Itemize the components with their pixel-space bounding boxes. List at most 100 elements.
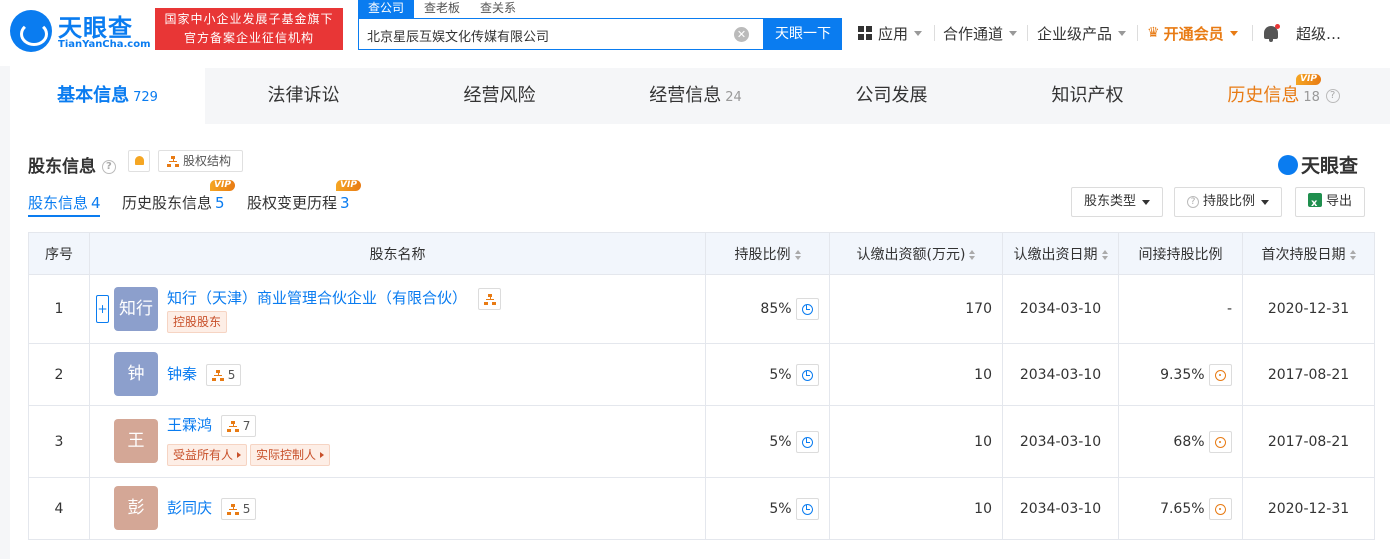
org-tree-icon — [226, 503, 239, 515]
nav-vip-label: 开通会员 — [1163, 24, 1224, 43]
ratio-filter[interactable]: ? 持股比例 — [1174, 187, 1283, 217]
col-amount[interactable]: 认缴出资额(万元) — [829, 232, 1003, 275]
equity-structure-button[interactable]: 股权结构 — [158, 150, 243, 172]
tab-search-boss[interactable]: 查老板 — [414, 0, 470, 18]
avatar: 王 — [114, 419, 158, 463]
subtab-count: 5 — [215, 194, 225, 212]
nav-apps-label: 应用 — [878, 24, 909, 43]
tab-search-relation[interactable]: 查关系 — [470, 0, 526, 18]
subtab-shareholders[interactable]: 股东信息 4 — [28, 192, 101, 213]
brand-text: 天眼查 — [1301, 155, 1359, 177]
search-input[interactable]: 北京星辰互娱文化传媒有限公司 ✕ — [358, 18, 764, 50]
equity-tree-button[interactable] — [477, 287, 501, 310]
nav-user[interactable]: 超级… — [1296, 22, 1341, 44]
export-button[interactable]: 导出 — [1295, 187, 1366, 218]
shareholder-type-filter[interactable]: 股东类型 — [1071, 187, 1164, 217]
main-tabs: 基本信息 729 法律诉讼 经营风险 经营信息 24 公司发展 知识产权 历史信息 1… — [10, 68, 1390, 124]
clear-icon[interactable]: ✕ — [734, 27, 749, 42]
shareholder-name-link[interactable]: 彭同庆 — [167, 499, 212, 517]
nav-divider — [1252, 25, 1253, 41]
col-ratio[interactable]: 持股比例 — [705, 232, 830, 275]
nav-divider — [934, 25, 935, 41]
nav-open-vip[interactable]: ♛ 开通会员 — [1147, 22, 1238, 44]
tag-list: 受益所有人 实际控制人 — [167, 444, 333, 466]
nav-enterprise-label: 企业级产品 — [1037, 24, 1113, 43]
nav-divider — [1137, 25, 1138, 41]
actual-controller-tag[interactable]: 实际控制人 — [250, 444, 331, 466]
related-companies-button[interactable]: 5 — [205, 363, 242, 386]
col-date[interactable]: 认缴出资日期 — [1002, 232, 1119, 275]
tab-operation[interactable]: 经营信息 24 — [598, 68, 793, 124]
tab-legal[interactable]: 法律诉讼 — [206, 68, 401, 124]
tab-basic-info[interactable]: 基本信息 729 — [10, 68, 205, 124]
col-name: 股东名称 — [89, 232, 706, 275]
pie-chart-button[interactable] — [796, 497, 819, 520]
tab-search-company[interactable]: 查公司 — [358, 0, 415, 18]
export-label: 导出 — [1326, 194, 1353, 209]
nav-user-label: 超级… — [1296, 24, 1342, 43]
penetration-button[interactable] — [1209, 363, 1232, 386]
caret-right-icon — [320, 452, 325, 458]
vip-badge: VIP — [336, 180, 361, 191]
tianyancha-logo[interactable]: 天眼查 TianYanCha.com — [10, 8, 151, 52]
chevron-down-icon — [1229, 30, 1238, 36]
col-first-date-label: 首次持股日期 — [1261, 246, 1346, 263]
cell-name: 彭 彭同庆 5 — [89, 477, 706, 540]
cell-date: 2034-03-10 — [1002, 405, 1119, 478]
subtab-count: 4 — [91, 194, 101, 212]
related-companies-button[interactable]: 5 — [220, 497, 257, 520]
tab-development[interactable]: 公司发展 — [794, 68, 989, 124]
org-tree-icon — [483, 293, 496, 305]
help-icon: ? — [1187, 195, 1199, 208]
penetration-button[interactable] — [1209, 430, 1232, 453]
shareholder-name-link[interactable]: 知行（天津）商业管理合伙企业（有限合伙） — [167, 289, 467, 307]
beneficial-owner-tag[interactable]: 受益所有人 — [167, 444, 248, 466]
sort-icon — [794, 249, 801, 260]
help-icon[interactable]: ? — [1325, 89, 1340, 103]
cell-amount: 10 — [829, 477, 1003, 540]
target-icon — [1215, 369, 1226, 381]
subtab-label: 股东信息 — [28, 194, 89, 212]
controlling-shareholder-tag: 控股股东 — [167, 311, 228, 333]
subtab-history-shareholders[interactable]: 历史股东信息 5 — [122, 192, 225, 213]
pie-chart-icon — [802, 503, 813, 515]
notification-bell-icon[interactable] — [1262, 24, 1280, 44]
cell-name: 钟 钟秦 5 — [89, 343, 706, 406]
related-companies-button[interactable]: 7 — [220, 414, 257, 437]
table-row: 2 钟 钟秦 5 5% 10 2034-03-10 9.35% 2017-08-… — [28, 343, 1375, 406]
shareholder-row-2: 钟秦 5 — [167, 363, 242, 386]
penetration-button[interactable] — [1209, 497, 1232, 520]
monitor-bell-button[interactable] — [128, 150, 150, 172]
tab-label: 公司发展 — [855, 85, 928, 106]
col-amount-label: 认缴出资额(万元) — [856, 246, 966, 263]
section-title-text: 股东信息 — [28, 157, 96, 177]
shareholder-row-3: 王霖鸿 7 — [167, 414, 257, 437]
search-button[interactable]: 天眼一下 — [764, 18, 842, 50]
pie-chart-button[interactable] — [796, 363, 819, 386]
search-input-value[interactable]: 北京星辰互娱文化传媒有限公司 — [367, 26, 549, 45]
nav-enterprise[interactable]: 企业级产品 — [1037, 22, 1127, 44]
cell-first-date: 2020-12-31 — [1242, 477, 1375, 540]
tab-history[interactable]: 历史信息 18 ? — [1186, 68, 1381, 124]
expand-button[interactable]: + — [96, 295, 109, 323]
cell-index: 4 — [28, 477, 90, 540]
subtab-equity-changes[interactable]: 股权变更历程 3 — [247, 192, 350, 213]
cell-indirect: 9.35% — [1118, 343, 1243, 406]
shareholder-name-link[interactable]: 钟秦 — [167, 365, 197, 383]
col-first-date[interactable]: 首次持股日期 — [1242, 232, 1375, 275]
vip-badge: VIP — [1296, 74, 1321, 85]
tab-ip[interactable]: 知识产权 — [990, 68, 1185, 124]
banner-line-1: 国家中小企业发展子基金旗下 — [164, 12, 334, 26]
cell-index: 3 — [28, 405, 90, 478]
cell-ratio: 5% — [705, 477, 830, 540]
help-icon[interactable]: ? — [101, 160, 116, 174]
nav-channels[interactable]: 合作通道 — [943, 22, 1018, 44]
nav-apps[interactable]: 应用 — [858, 22, 923, 44]
pie-chart-button[interactable] — [796, 298, 819, 320]
tab-risk[interactable]: 经营风险 — [402, 68, 597, 124]
cell-name: 王 王霖鸿 7 受益所有人 实际控制人 — [89, 405, 706, 478]
shareholder-name-link[interactable]: 王霖鸿 — [167, 416, 212, 434]
pie-chart-button[interactable] — [796, 430, 819, 453]
sort-icon — [969, 249, 976, 260]
avatar: 钟 — [114, 352, 158, 396]
